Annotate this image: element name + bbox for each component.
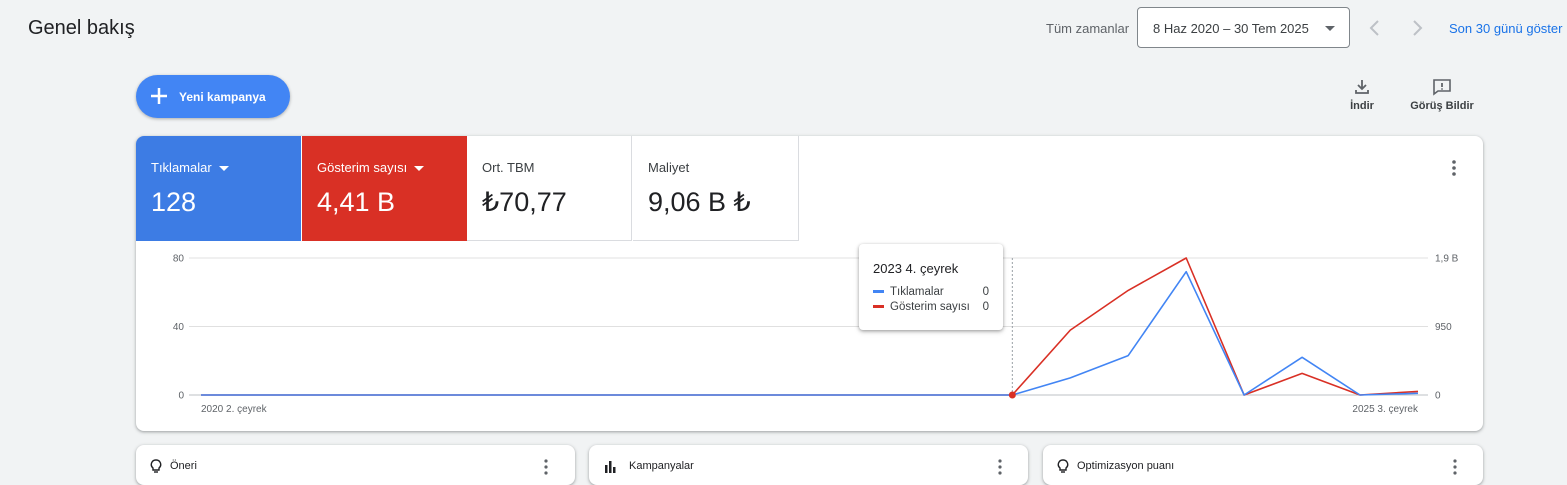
- series-swatch-impressions: [873, 305, 884, 309]
- performance-line-chart: 0 40 80 0 950 1,9 B 2020 2. çeyrek 2025 3. çeyr…: [173, 254, 1459, 416]
- hover-data-point: [1008, 391, 1016, 399]
- tooltip-row-impressions: Gösterim sayısı 0: [873, 301, 989, 313]
- feedback-button[interactable]: Görüş Bildir: [1408, 78, 1476, 112]
- campaigns-card[interactable]: Kampanyalar: [589, 445, 1028, 485]
- previous-period-button[interactable]: [1363, 16, 1387, 40]
- plus-icon: [151, 88, 167, 104]
- right-axis-tick-label: 1,9 B: [1435, 254, 1459, 265]
- left-axis-tick-label: 80: [173, 254, 185, 265]
- more-options-icon[interactable]: [541, 458, 551, 476]
- x-axis-tick-label: 2020 2. çeyrek: [201, 404, 268, 415]
- series-line-clicks: [201, 270, 1419, 396]
- page-title: Genel bakış: [28, 17, 135, 39]
- series-swatch-clicks: [873, 290, 884, 294]
- tooltip-row-value: 0: [982, 286, 989, 298]
- campaigns-card-title: Kampanyalar: [629, 460, 694, 472]
- tooltip-row-label: Gösterim sayısı: [890, 301, 970, 313]
- feedback-icon: [1433, 79, 1451, 96]
- chevron-left-icon: [1369, 20, 1379, 36]
- left-axis-tick-label: 0: [178, 391, 184, 402]
- recommendation-card[interactable]: Öneri: [136, 445, 575, 485]
- performance-card: Tıklamalar 128 Gösterim sayısı 4,41 B Or…: [136, 136, 1483, 431]
- left-axis-tick-label: 40: [173, 322, 185, 333]
- chevron-right-icon: [1413, 20, 1423, 36]
- download-icon: [1355, 80, 1369, 94]
- date-range-label: Tüm zamanlar: [1046, 21, 1130, 36]
- tooltip-row-label: Tıklamalar: [890, 286, 944, 298]
- download-label: İndir: [1350, 100, 1374, 112]
- date-range-value: 8 Haz 2020 – 30 Tem 2025: [1153, 21, 1309, 36]
- feedback-label: Görüş Bildir: [1410, 100, 1474, 112]
- last-30-days-link[interactable]: Son 30 günü göster: [1449, 21, 1562, 36]
- recommendation-card-title: Öneri: [170, 460, 197, 472]
- tooltip-row-clicks: Tıklamalar 0: [873, 286, 989, 298]
- right-axis-tick-label: 0: [1435, 391, 1441, 402]
- new-campaign-button[interactable]: Yeni kampanya: [136, 75, 290, 118]
- new-campaign-label: Yeni kampanya: [179, 90, 266, 104]
- optimization-score-card-title: Optimizasyon puanı: [1077, 460, 1175, 472]
- x-axis-tick-label: 2025 3. çeyrek: [1352, 404, 1419, 415]
- download-button[interactable]: İndir: [1342, 78, 1382, 112]
- dropdown-caret-icon: [1325, 26, 1335, 31]
- more-options-icon[interactable]: [1450, 458, 1460, 476]
- date-range-select[interactable]: 8 Haz 2020 – 30 Tem 2025: [1137, 7, 1350, 48]
- next-period-button[interactable]: [1405, 16, 1429, 40]
- right-axis-tick-label: 950: [1435, 322, 1452, 333]
- chart-tooltip: 2023 4. çeyrek Tıklamalar 0 Gösterim say…: [859, 244, 1003, 330]
- optimization-score-card[interactable]: Optimizasyon puanı: [1043, 445, 1483, 485]
- tooltip-title: 2023 4. çeyrek: [873, 261, 959, 276]
- more-options-icon[interactable]: [995, 458, 1005, 476]
- tooltip-row-value: 0: [982, 301, 989, 313]
